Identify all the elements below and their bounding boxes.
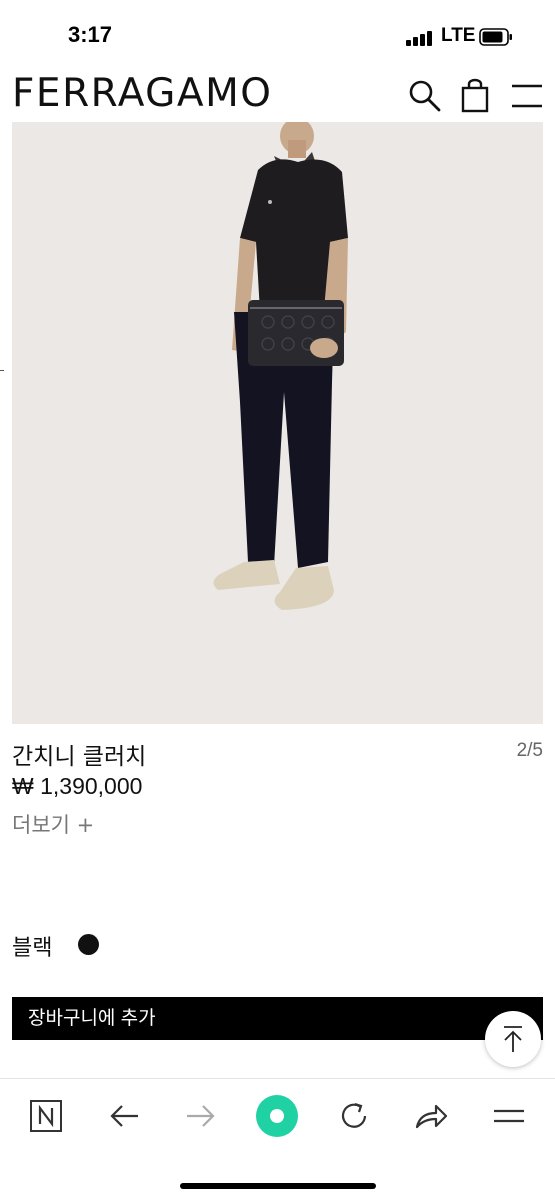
home-indicator[interactable] xyxy=(180,1183,376,1189)
product-title: 간치니 클러치 xyxy=(12,744,147,770)
brand-logo[interactable]: FERRAGAMO xyxy=(12,74,272,113)
network-label: LTE xyxy=(441,25,476,46)
menu-icon[interactable] xyxy=(487,1094,531,1138)
battery-icon xyxy=(479,28,512,46)
color-swatch-black[interactable] xyxy=(78,934,99,955)
signal-icon xyxy=(406,30,434,46)
carousel-edge-marker xyxy=(0,370,4,371)
more-details-link[interactable]: 더보기 + xyxy=(12,809,94,839)
search-icon[interactable] xyxy=(405,76,445,116)
site-header: FERRAGAMO xyxy=(0,66,555,122)
model-illustration xyxy=(213,122,348,610)
menu-icon[interactable] xyxy=(507,76,547,116)
add-to-cart-button[interactable]: 장바구니에 추가 xyxy=(12,997,543,1040)
shopping-bag-icon[interactable] xyxy=(455,76,495,116)
naver-n-icon[interactable] xyxy=(24,1094,68,1138)
product-price: ₩ 1,390,000 xyxy=(12,773,143,799)
image-pager: 2/5 xyxy=(516,740,543,761)
browser-toolbar xyxy=(0,1078,555,1200)
status-bar: 3:17 LTE xyxy=(0,0,555,66)
back-arrow-icon[interactable] xyxy=(102,1094,146,1138)
color-label: 블랙 xyxy=(12,936,53,961)
scroll-to-top-button[interactable] xyxy=(485,1011,541,1067)
reload-icon[interactable] xyxy=(332,1094,376,1138)
arrow-up-icon xyxy=(504,1026,522,1052)
green-dot-icon[interactable] xyxy=(255,1094,299,1138)
product-image[interactable] xyxy=(12,122,543,724)
share-icon[interactable] xyxy=(409,1094,453,1138)
forward-arrow-icon[interactable] xyxy=(179,1094,223,1138)
status-time: 3:17 xyxy=(68,22,113,47)
